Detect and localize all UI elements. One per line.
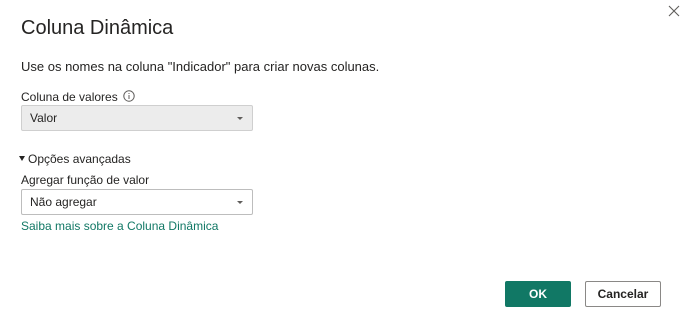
chevron-down-icon xyxy=(237,117,243,120)
values-column-value: Valor xyxy=(30,111,58,125)
ok-button[interactable]: OK xyxy=(505,281,571,307)
close-button[interactable] xyxy=(663,0,685,22)
pivot-column-dialog: Coluna Dinâmica Use os nomes na coluna "… xyxy=(0,0,686,323)
cancel-button[interactable]: Cancelar xyxy=(585,281,661,307)
close-icon xyxy=(668,5,680,17)
dialog-description: Use os nomes na coluna "Indicador" para … xyxy=(21,59,380,74)
aggregate-function-label: Agregar função de valor xyxy=(21,173,150,187)
advanced-options-label: Opções avançadas xyxy=(28,152,131,166)
info-icon[interactable] xyxy=(123,90,135,102)
chevron-down-icon xyxy=(237,201,243,204)
learn-more-link[interactable]: Saiba mais sobre a Coluna Dinâmica xyxy=(21,218,218,234)
aggregate-function-value: Não agregar xyxy=(30,195,97,209)
advanced-options-toggle[interactable]: Opções avançadas xyxy=(19,151,131,167)
triangle-down-icon xyxy=(19,156,25,162)
values-column-label: Coluna de valores xyxy=(21,90,118,104)
aggregate-function-select[interactable]: Não agregar xyxy=(21,189,253,215)
dialog-title: Coluna Dinâmica xyxy=(21,17,174,39)
values-column-select[interactable]: Valor xyxy=(21,105,253,131)
